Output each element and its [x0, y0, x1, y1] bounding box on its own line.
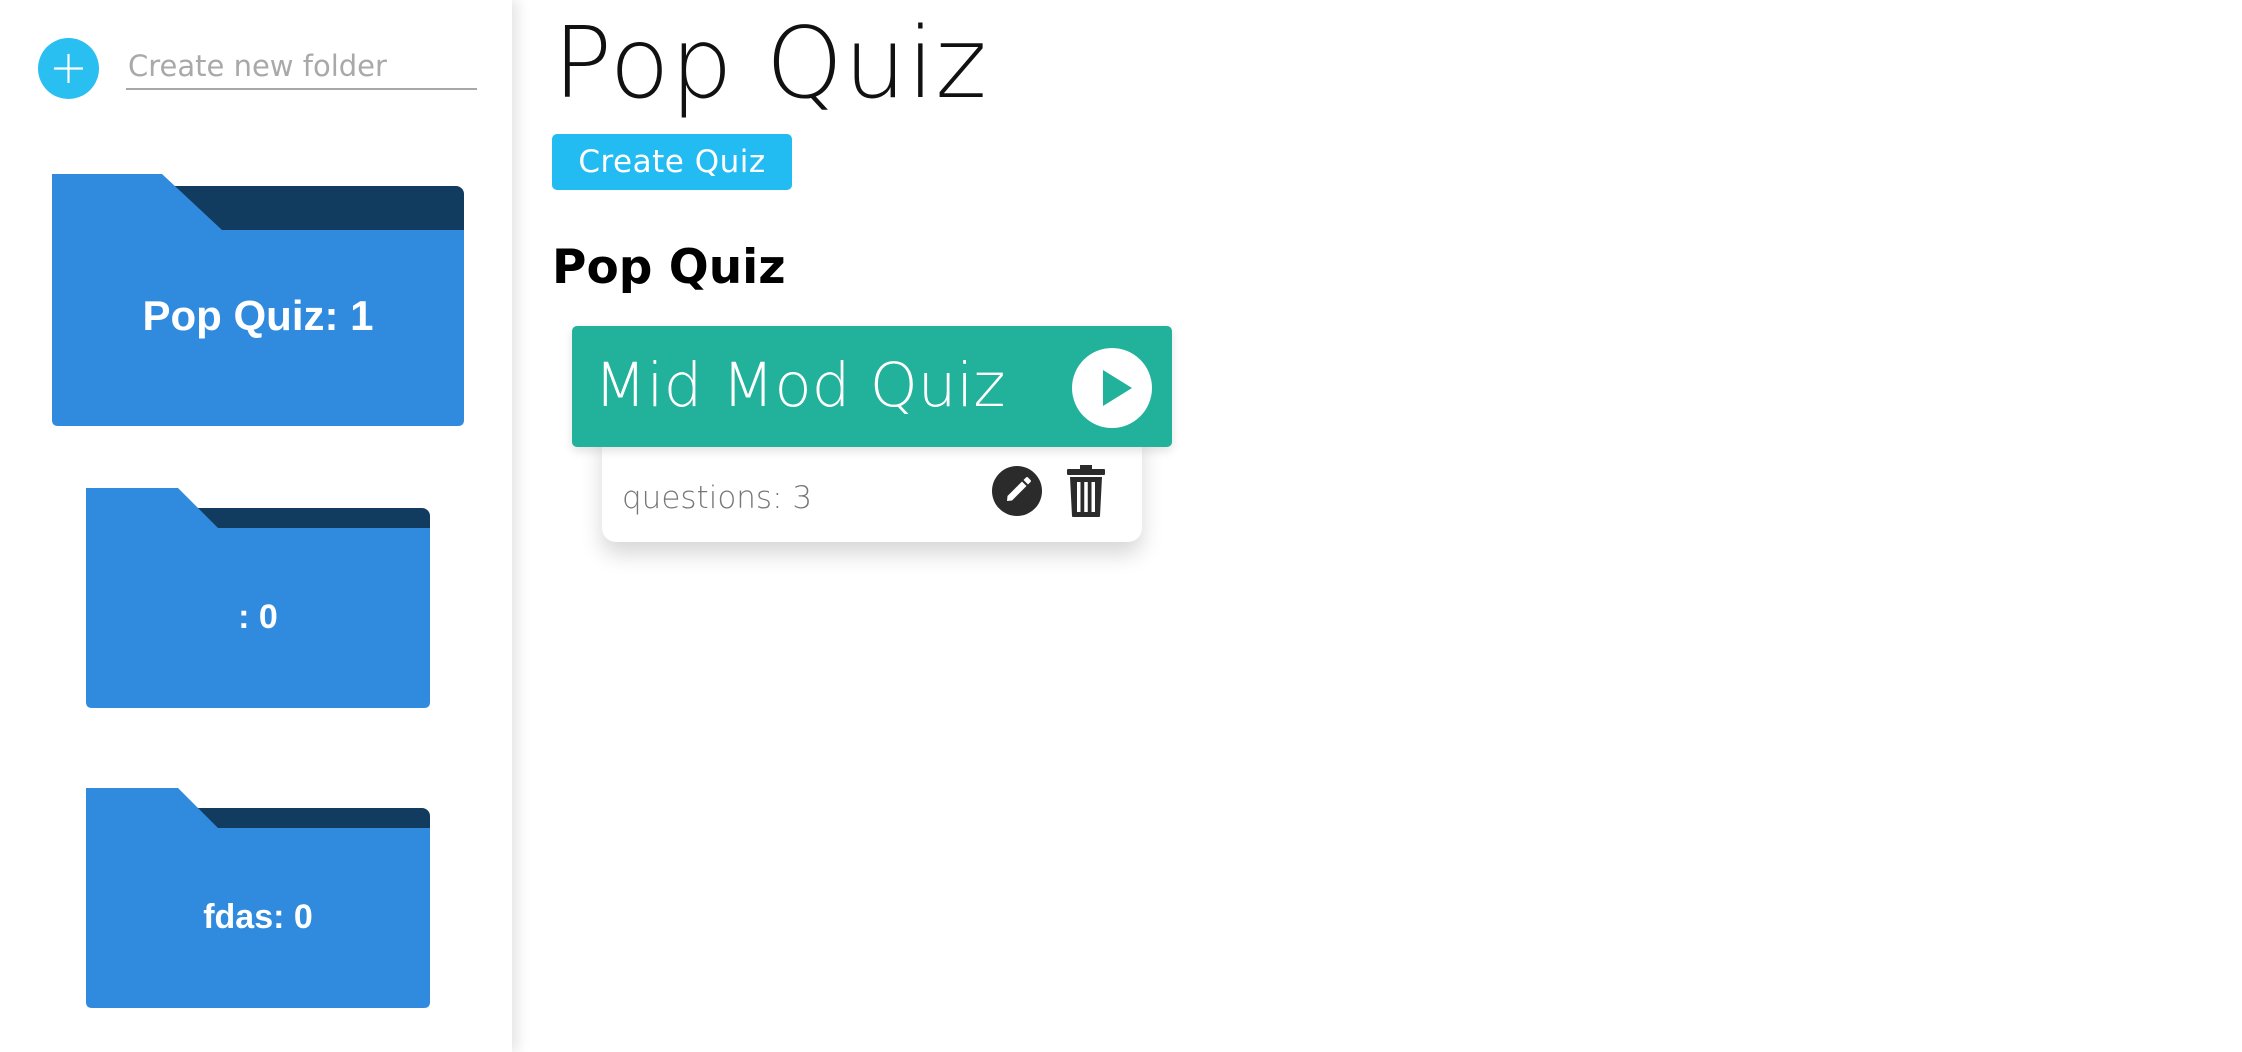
pencil-icon — [1007, 477, 1031, 501]
folder-label: : 0 — [238, 598, 278, 636]
play-icon — [1103, 370, 1132, 406]
folder-heading: Pop Quiz — [552, 240, 786, 295]
play-quiz-button[interactable] — [1072, 348, 1152, 428]
folder-item[interactable]: : 0 — [86, 488, 430, 708]
plus-icon — [54, 54, 83, 83]
folder-sidebar: Pop Quiz: 1 : 0 fdas: 0 — [0, 0, 512, 1052]
main-content: Pop Quiz Create Quiz Pop Quiz Mid Mod Qu… — [512, 0, 2242, 1052]
folder-label: Pop Quiz: 1 — [142, 292, 374, 339]
add-folder-button[interactable] — [38, 38, 99, 99]
delete-quiz-button[interactable] — [1066, 464, 1106, 518]
quiz-title: Mid Mod Quiz — [594, 350, 1006, 421]
questions-count: questions: 3 — [622, 480, 813, 516]
edit-quiz-button[interactable] — [992, 466, 1042, 516]
trash-icon — [1067, 465, 1105, 517]
create-quiz-button[interactable]: Create Quiz — [552, 134, 792, 190]
folder-item[interactable]: fdas: 0 — [86, 788, 430, 1008]
new-folder-input[interactable] — [126, 44, 477, 90]
quiz-card-header[interactable]: Mid Mod Quiz — [572, 326, 1172, 447]
folder-item[interactable]: Pop Quiz: 1 — [52, 174, 464, 426]
folder-label: fdas: 0 — [203, 898, 313, 936]
app-window: Pop Quiz: 1 : 0 fdas: 0 Pop Quiz Create … — [0, 0, 2242, 1052]
page-title: Pop Quiz — [553, 7, 988, 121]
